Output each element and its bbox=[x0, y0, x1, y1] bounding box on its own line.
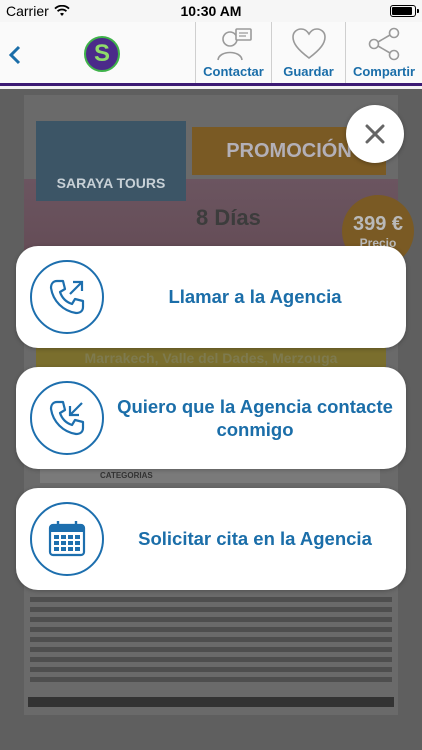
book-appointment-label: Solicitar cita en la Agencia bbox=[138, 528, 372, 550]
poster-category-header: CATEGORIAS bbox=[40, 469, 380, 483]
poster-fine-print bbox=[30, 597, 392, 687]
logo-letter: S bbox=[93, 40, 110, 67]
guardar-label: Guardar bbox=[283, 64, 334, 79]
request-callback-button[interactable]: Quiero que la Agencia contacte conmigo bbox=[16, 367, 406, 469]
close-button[interactable] bbox=[346, 105, 404, 163]
guardar-button[interactable]: Guardar bbox=[271, 22, 345, 83]
close-icon bbox=[365, 124, 385, 144]
call-agency-label: Llamar a la Agencia bbox=[168, 286, 342, 308]
status-time: 10:30 AM bbox=[180, 3, 242, 19]
contact-person-icon bbox=[216, 28, 252, 61]
status-bar: Carrier 10:30 AM bbox=[0, 0, 422, 22]
poster-brand: SARAYA TOURS bbox=[36, 121, 186, 201]
poster-price: 399 € bbox=[352, 212, 404, 235]
phone-incoming-icon bbox=[30, 381, 104, 455]
call-agency-button[interactable]: Llamar a la Agencia bbox=[16, 246, 406, 348]
compartir-button[interactable]: Compartir bbox=[345, 22, 422, 83]
contactar-label: Contactar bbox=[203, 64, 264, 79]
share-icon bbox=[368, 27, 400, 61]
poster-footer bbox=[28, 697, 394, 707]
battery-level bbox=[392, 7, 412, 15]
contactar-button[interactable]: Contactar bbox=[195, 22, 271, 83]
phone-outgoing-icon bbox=[30, 260, 104, 334]
heart-icon bbox=[291, 28, 326, 60]
compartir-label: Compartir bbox=[352, 64, 416, 79]
request-callback-label: Quiero que la Agencia contacte conmigo bbox=[117, 395, 393, 440]
nav-bar: S Contactar Guardar Compartir bbox=[0, 22, 422, 86]
poster-days: 8 Días bbox=[196, 205, 261, 230]
agency-logo: S bbox=[84, 36, 120, 72]
calendar-icon bbox=[30, 502, 104, 576]
book-appointment-button[interactable]: Solicitar cita en la Agencia bbox=[16, 488, 406, 590]
chevron-left-icon[interactable] bbox=[6, 44, 24, 66]
battery-icon bbox=[390, 5, 419, 17]
